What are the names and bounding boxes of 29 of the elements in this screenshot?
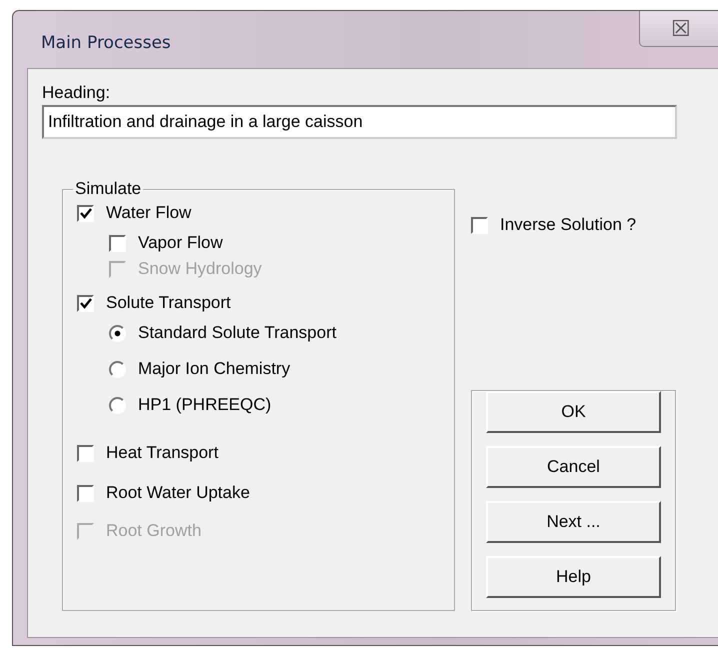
dialog-button[interactable]: Help [486,556,661,598]
dialog-button[interactable]: OK [486,391,661,433]
option-label: Water Flow [106,203,192,223]
checkbox[interactable] [77,444,94,462]
dialog-button[interactable]: Cancel [486,446,661,488]
radio-button[interactable] [109,360,126,378]
checkbox[interactable] [109,234,126,252]
heading-label: Heading: [42,83,112,103]
checkbox[interactable] [77,204,94,222]
group-title: Simulate [74,179,142,199]
radio-button[interactable] [109,396,126,414]
option-label: Standard Solute Transport [138,323,336,343]
checkbox[interactable] [77,294,94,312]
close-button[interactable]: ☒ [639,11,718,47]
checkbox[interactable] [471,216,488,234]
dialog-button[interactable]: Next ... [486,501,661,543]
option-label: Major Ion Chemistry [138,359,290,379]
window-title: Main Processes [41,32,171,52]
option-label: Inverse Solution ? [500,215,636,235]
option-label: Vapor Flow [138,233,223,253]
checkbox[interactable] [77,484,94,502]
option-label: Heat Transport [106,443,218,463]
option-label: Root Growth [106,521,202,541]
option-label: Solute Transport [106,293,231,313]
option-label: Root Water Uptake [106,483,250,503]
heading-field[interactable]: Infiltration and drainage in a large caisson [42,105,677,139]
option-label: Snow Hydrology [138,259,262,279]
radio-button[interactable] [109,324,126,342]
option-label: HP1 (PHREEQC) [138,395,272,415]
